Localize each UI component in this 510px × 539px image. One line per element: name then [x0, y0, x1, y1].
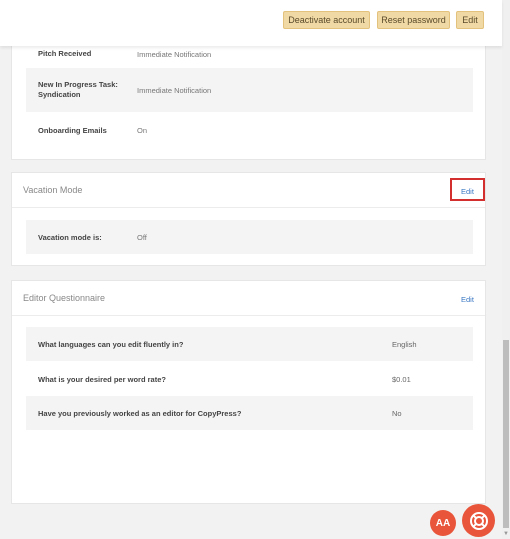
divider — [12, 315, 485, 316]
notification-label: Onboarding Emails — [38, 126, 107, 135]
question-label: Have you previously worked as an editor … — [38, 409, 242, 418]
help-button[interactable] — [462, 504, 495, 537]
scroll-down-arrow-icon[interactable]: ▼ — [503, 530, 509, 538]
card-title: Vacation Mode — [23, 185, 83, 195]
text-size-button[interactable]: AA — [430, 510, 456, 536]
card-title: Editor Questionnaire — [23, 293, 106, 303]
vacation-row: Vacation mode is: Off — [26, 220, 473, 254]
reset-password-button[interactable]: Reset password — [377, 11, 450, 29]
divider — [12, 207, 485, 208]
questionnaire-edit-link[interactable]: Edit — [461, 295, 474, 304]
notification-value: Immediate Notification — [137, 50, 212, 59]
deactivate-account-button[interactable]: Deactivate account — [283, 11, 370, 29]
edit-account-button[interactable]: Edit — [456, 11, 484, 29]
question-answer: No — [392, 409, 402, 418]
vacation-label: Vacation mode is: — [38, 233, 102, 242]
highlight-box — [450, 178, 485, 201]
notification-row: New In Progress Task: Syndication Immedi… — [26, 68, 473, 112]
text-size-label: AA — [435, 517, 451, 529]
notification-label: New In Progress Task: Syndication — [38, 80, 118, 99]
questionnaire-row: What is your desired per word rate? $0.0… — [26, 362, 473, 396]
question-label: What languages can you edit fluently in? — [38, 340, 184, 349]
question-label: What is your desired per word rate? — [38, 375, 166, 384]
notification-row: Onboarding Emails On — [26, 113, 473, 147]
scrollbar-thumb[interactable] — [503, 340, 509, 528]
editor-questionnaire-card: Editor Questionnaire Edit What languages… — [11, 280, 486, 504]
question-answer: English — [392, 340, 417, 349]
notification-label: Pitch Received — [38, 49, 92, 58]
notification-value: Immediate Notification — [137, 86, 212, 95]
question-answer: $0.01 — [392, 375, 411, 384]
account-header-bar: Deactivate account Reset password Edit — [0, 0, 502, 46]
lifebuoy-icon — [469, 511, 488, 530]
questionnaire-row: What languages can you edit fluently in?… — [26, 327, 473, 361]
questionnaire-row: Have you previously worked as an editor … — [26, 396, 473, 430]
vacation-mode-card: Vacation Mode Edit Vacation mode is: Off — [11, 172, 486, 266]
vacation-value: Off — [137, 233, 147, 242]
notification-value: On — [137, 126, 148, 135]
